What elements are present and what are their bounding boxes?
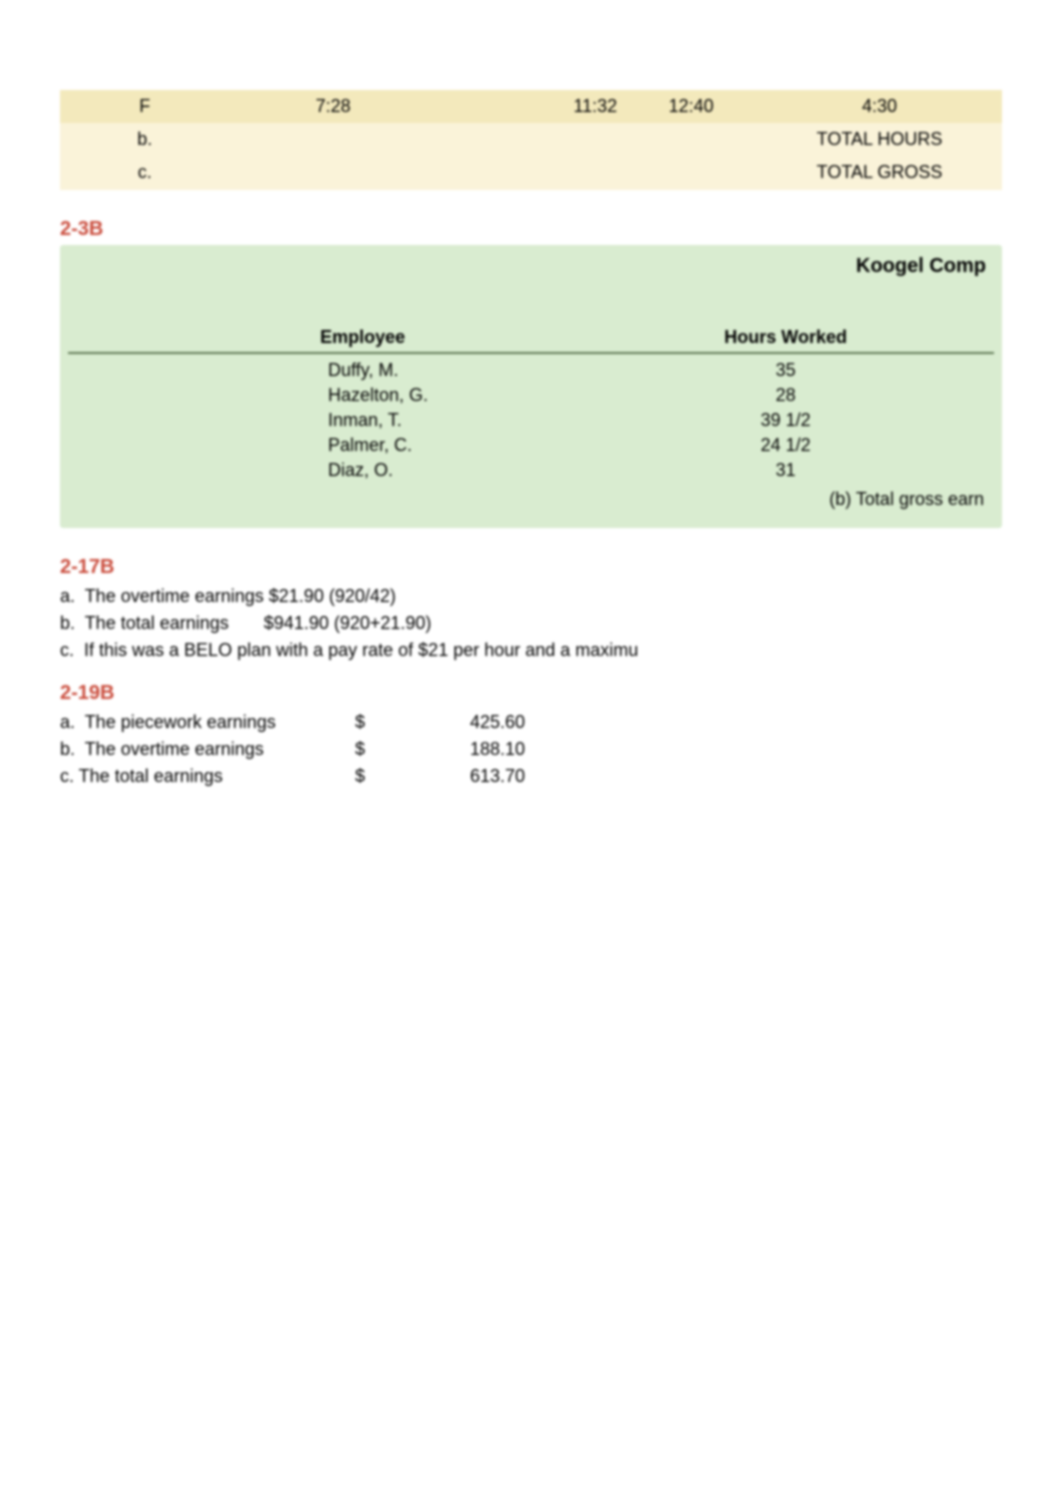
pw-dollar: $ xyxy=(355,736,405,763)
time-out-am: 11:32 xyxy=(437,90,625,123)
line-a: a. The overtime earnings $21.90 (920/42) xyxy=(60,583,1002,610)
employee-table-container: Employee Hours Worked Duffy, M. 35 Hazel… xyxy=(68,294,994,529)
time-in-pm: 12:40 xyxy=(625,90,757,123)
section-2-19b-body: a. The piecework earnings $ 425.60 b. Th… xyxy=(60,709,1002,790)
employee-hours: 24 1/2 xyxy=(577,433,994,458)
employee-hours-table: Employee Hours Worked Duffy, M. 35 Hazel… xyxy=(68,324,994,484)
employee-name: Inman, T. xyxy=(68,408,577,433)
employee-hours: 31 xyxy=(577,458,994,483)
line-c: c. If this was a BELO plan with a pay ra… xyxy=(60,637,1002,664)
employee-hours: 39 1/2 xyxy=(577,408,994,433)
employee-hours: 28 xyxy=(577,383,994,408)
pw-label: a. The piecework earnings xyxy=(60,709,355,736)
koogel-comp-panel: Koogel Comp Employee Hours Worked Duffy,… xyxy=(60,245,1002,529)
employee-name: Diaz, O. xyxy=(68,458,577,483)
overtime-row: b. The overtime earnings $ 188.10 xyxy=(60,736,1002,763)
pw-value: 613.70 xyxy=(405,763,525,790)
pw-value: 188.10 xyxy=(405,736,525,763)
time-out-pm: 4:30 xyxy=(757,90,1002,123)
table-row: Palmer, C. 24 1/2 xyxy=(68,433,994,458)
heading-2-17b: 2-17B xyxy=(60,556,1002,579)
row-c-label: c. xyxy=(60,156,230,189)
time-card-table: F 7:28 11:32 12:40 4:30 b. TOTAL HOURS c… xyxy=(60,90,1002,190)
table-row: Inman, T. 39 1/2 xyxy=(68,408,994,433)
pw-label: b. The overtime earnings xyxy=(60,736,355,763)
total-hours-row: b. TOTAL HOURS xyxy=(60,123,1002,156)
company-name: Koogel Comp xyxy=(60,245,1002,284)
total-row: c. The total earnings $ 613.70 xyxy=(60,763,1002,790)
row-b-label: b. xyxy=(60,123,230,156)
table-row: Hazelton, G. 28 xyxy=(68,383,994,408)
employee-name: Duffy, M. xyxy=(68,353,577,383)
heading-2-3b: 2-3B xyxy=(60,218,1002,241)
pw-value: 425.60 xyxy=(405,709,525,736)
piecework-row: a. The piecework earnings $ 425.60 xyxy=(60,709,1002,736)
employee-name: Hazelton, G. xyxy=(68,383,577,408)
header-hours: Hours Worked xyxy=(577,324,994,354)
total-hours-label: TOTAL HOURS xyxy=(757,123,1002,156)
day-label: F xyxy=(60,90,230,123)
total-gross-label: TOTAL GROSS xyxy=(757,156,1002,189)
time-in-am: 7:28 xyxy=(230,90,437,123)
employee-name: Palmer, C. xyxy=(68,433,577,458)
heading-2-19b: 2-19B xyxy=(60,682,1002,705)
line-b: b. The total earnings $941.90 (920+21.90… xyxy=(60,610,1002,637)
pw-dollar: $ xyxy=(355,763,405,790)
table-row: Duffy, M. 35 xyxy=(68,353,994,383)
table-row: Diaz, O. 31 xyxy=(68,458,994,483)
pw-label: c. The total earnings xyxy=(60,763,355,790)
total-gross-row: c. TOTAL GROSS xyxy=(60,156,1002,189)
employee-hours: 35 xyxy=(577,353,994,383)
total-gross-earn-label: (b) Total gross earn xyxy=(68,483,994,510)
section-2-17b-body: a. The overtime earnings $21.90 (920/42)… xyxy=(60,583,1002,664)
pw-dollar: $ xyxy=(355,709,405,736)
time-row-f: F 7:28 11:32 12:40 4:30 xyxy=(60,90,1002,123)
header-employee: Employee xyxy=(68,324,577,354)
